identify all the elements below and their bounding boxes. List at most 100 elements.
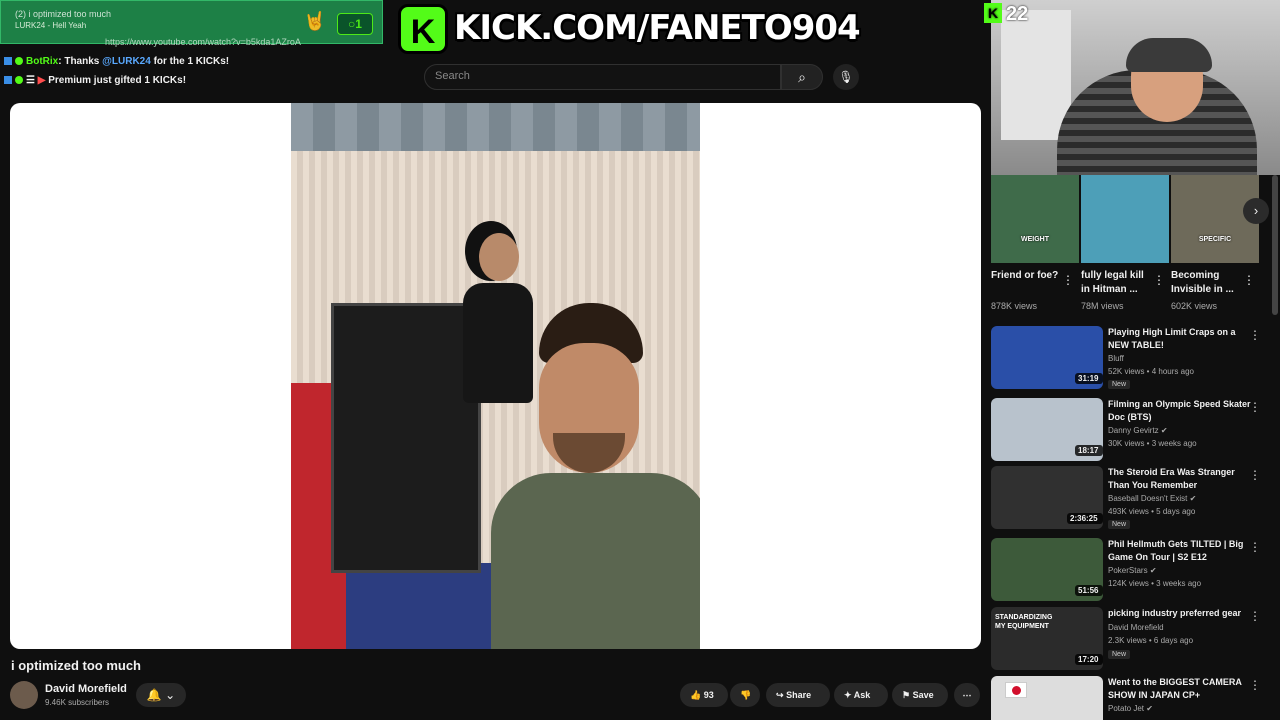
duration-badge: 17:20 (1075, 654, 1103, 665)
video-title[interactable]: picking industry preferred gear (1108, 607, 1258, 620)
chat-peek: LURK24 - Hell Yeah (15, 21, 86, 30)
video-thumbnail[interactable] (991, 676, 1103, 720)
video-meta: 124K views • 3 weeks ago (1108, 579, 1202, 588)
verified-badge-icon (15, 57, 23, 66)
viewer-count-value: 22 (1006, 3, 1029, 25)
kick-counter: ○1 (337, 13, 373, 35)
video-title: i optimized too much (11, 658, 141, 673)
video-title[interactable]: Went to the BIGGEST CAMERA SHOW IN JAPAN… (1108, 676, 1248, 702)
channel-name[interactable]: Bluff (1108, 354, 1124, 363)
video-frame-photo (291, 103, 700, 649)
video-title[interactable]: Filming an Olympic Speed Skater Doc (BTS… (1108, 398, 1258, 424)
dislike-button[interactable]: 👎 (730, 683, 760, 707)
kick-banner: K KICK.COM/FANETO904 (398, 2, 861, 56)
more-actions-button[interactable]: ⋯ (954, 683, 980, 707)
mod-badge-icon (4, 57, 12, 66)
chevron-right-icon[interactable]: › (1243, 198, 1269, 224)
video-title[interactable]: Phil Hellmuth Gets TILTED | Big Game On … (1108, 538, 1258, 564)
more-vertical-icon[interactable]: ⋮ (1249, 540, 1261, 554)
avatar[interactable] (10, 681, 38, 709)
video-meta: 493K views • 5 days ago (1108, 507, 1196, 516)
more-vertical-icon[interactable]: ⋮ (1153, 273, 1165, 287)
more-vertical-icon[interactable]: ⋮ (1243, 273, 1255, 287)
verified-icon: ✔ (1149, 566, 1157, 575)
chat-message: ☰ ▶ Premium just gifted 1 KICKs! (4, 71, 229, 90)
channel-name[interactable]: David Morefield (1108, 623, 1164, 632)
browser-tab-title[interactable]: (2) i optimized too much (15, 9, 111, 19)
sparkle-icon: ✦ (844, 690, 852, 700)
kick-url: KICK.COM/FANETO904 (454, 8, 861, 48)
video-player[interactable] (10, 103, 981, 649)
channel-name[interactable]: David Morefield (45, 683, 127, 695)
channel-name[interactable]: Baseball Doesn't Exist ✔ (1108, 494, 1196, 503)
bookmark-icon: ⚑ (902, 690, 911, 700)
share-icon: ↪ (776, 690, 784, 700)
notification-bell-button[interactable]: 🔔 ⌄ (136, 683, 186, 707)
short-views: 78M views (1081, 301, 1124, 311)
ask-label: Ask (853, 690, 871, 700)
microphone-icon[interactable]: 🎙 (833, 64, 859, 90)
short-title[interactable]: Friend or foe? (991, 269, 1061, 283)
verified-icon: ✔ (1146, 704, 1153, 713)
stream-chat-overlay: BotRix: Thanks @LURK24 for the 1 KICKs! … (4, 52, 229, 90)
list-item[interactable]: Went to the BIGGEST CAMERA SHOW IN JAPAN… (991, 676, 1280, 720)
mod-badge-icon (4, 76, 12, 85)
channel-name-text: Danny Gevirtz (1108, 426, 1159, 435)
chat-peek-text: - Hell Yeah (47, 21, 87, 30)
gifter-logo-icon: ▶ (37, 75, 46, 86)
more-vertical-icon[interactable]: ⋮ (1249, 678, 1261, 692)
channel-name-text: Potato Jet (1108, 704, 1145, 713)
video-title[interactable]: The Steroid Era Was Stranger Than You Re… (1108, 466, 1258, 492)
chat-peek-user: LURK24 (15, 21, 46, 30)
list-item[interactable]: 31:19 Playing High Limit Craps on a NEW … (991, 326, 1280, 390)
share-button[interactable]: ↪ Share (766, 683, 830, 707)
more-vertical-icon[interactable]: ⋮ (1249, 328, 1261, 342)
video-title[interactable]: Playing High Limit Craps on a NEW TABLE! (1108, 326, 1258, 352)
more-vertical-icon[interactable]: ⋮ (1249, 609, 1261, 623)
list-item[interactable]: 18:17 Filming an Olympic Speed Skater Do… (991, 398, 1280, 462)
new-badge: New (1108, 380, 1131, 389)
streamer-hat (1126, 38, 1212, 72)
short-thumbnail[interactable] (1081, 175, 1169, 263)
thumbs-down-icon: 👎 (740, 690, 752, 700)
more-vertical-icon[interactable]: ⋮ (1249, 468, 1261, 482)
kick-counter-value: 1 (355, 17, 362, 31)
channel-name[interactable]: Danny Gevirtz ✔ (1108, 426, 1168, 435)
short-thumbnail[interactable] (991, 175, 1079, 263)
more-vertical-icon[interactable]: ⋮ (1249, 400, 1261, 414)
chat-user: Premium (48, 75, 92, 86)
man-beard (553, 433, 625, 473)
kick-small-icon: K (984, 3, 1002, 23)
list-item[interactable]: STANDARDIZING MY EQUIPMENT 17:20 picking… (991, 607, 1280, 671)
streamer-webcam (991, 0, 1280, 175)
list-item[interactable]: 51:56 Phil Hellmuth Gets TILTED | Big Ga… (991, 538, 1280, 602)
man-shirt (491, 473, 700, 649)
save-button[interactable]: ⚑ Save (892, 683, 948, 707)
search-icon[interactable]: ⌕ (781, 64, 823, 90)
japan-flag-icon (1005, 682, 1027, 698)
channel-name[interactable]: Potato Jet ✔ (1108, 704, 1153, 713)
short-overlay-text: SPECIFIC (1198, 236, 1232, 243)
like-button[interactable]: 👍 93 (680, 683, 728, 707)
more-vertical-icon[interactable]: ⋮ (1062, 273, 1074, 287)
list-item[interactable]: 2:36:25 The Steroid Era Was Stranger Tha… (991, 466, 1280, 530)
thumbnail-text: STANDARDIZING MY EQUIPMENT (995, 614, 1053, 630)
channel-name-text: Baseball Doesn't Exist (1108, 494, 1188, 503)
sidebar-scrollbar[interactable] (1272, 175, 1278, 315)
video-meta: 30K views • 3 weeks ago (1108, 439, 1197, 448)
ask-button[interactable]: ✦ Ask (834, 683, 888, 707)
short-title[interactable]: Becoming Invisible in ... (1171, 269, 1241, 297)
short-views: 602K views (1171, 301, 1218, 311)
browser-url[interactable]: https://www.youtube.com/watch?v=b5kda1AZ… (105, 37, 301, 47)
chat-mention: @LURK24 (102, 56, 151, 67)
channel-name[interactable]: PokerStars ✔ (1108, 566, 1157, 575)
viewer-count: K 22 (984, 3, 1028, 26)
browser-tab-overlay: (2) i optimized too much LURK24 - Hell Y… (0, 0, 383, 47)
save-label: Save (912, 690, 934, 700)
duration-badge: 51:56 (1075, 585, 1103, 596)
like-count: 93 (703, 690, 714, 700)
search-input[interactable]: Search (424, 64, 781, 90)
kick-logo-icon: K (398, 4, 448, 54)
verified-icon: ✔ (1160, 426, 1168, 435)
short-title[interactable]: fully legal kill in Hitman ... (1081, 269, 1151, 297)
